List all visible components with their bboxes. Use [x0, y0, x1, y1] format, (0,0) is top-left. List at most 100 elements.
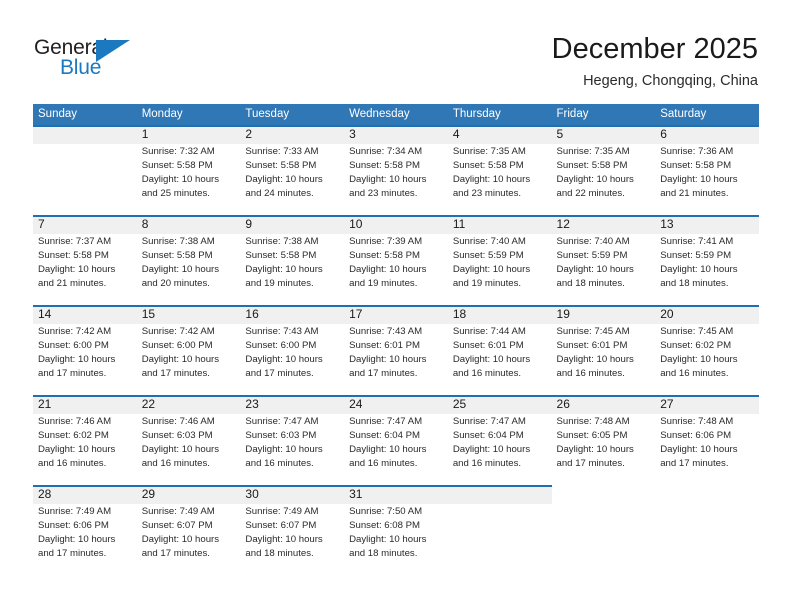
day-sun-details: Sunrise: 7:35 AM Sunset: 5:58 PM Daylight:… [557, 145, 656, 201]
calendar-day-cell[interactable]: 13 Sunrise: 7:41 AM Sunset: 5:59 PM Dayligh… [655, 215, 759, 305]
weekday-header-sunday: Sunday [38, 108, 78, 120]
calendar-day-cell[interactable]: 31 Sunrise: 7:50 AM Sunset: 6:08 PM Dayligh… [344, 485, 448, 575]
page-header: General Blue December 2025 Hegeng, Chong… [0, 0, 792, 100]
daylight-duration-line1: Daylight: 10 hours [38, 264, 116, 275]
calendar-day-cell[interactable]: 29 Sunrise: 7:49 AM Sunset: 6:07 PM Dayligh… [137, 485, 241, 575]
calendar-day-cell[interactable]: 25 Sunrise: 7:47 AM Sunset: 6:04 PM Dayligh… [448, 395, 552, 485]
sunrise-time: Sunrise: 7:38 AM [141, 236, 215, 247]
calendar-day-cell[interactable]: 19 Sunrise: 7:45 AM Sunset: 6:01 PM Dayligh… [552, 305, 656, 395]
calendar-day-cell[interactable]: 1 Sunrise: 7:32 AM Sunset: 5:58 PM Daylight… [137, 125, 241, 215]
sunset-time: Sunset: 5:58 PM [349, 250, 421, 261]
calendar-day-cell[interactable]: 11 Sunrise: 7:40 AM Sunset: 5:59 PM Dayligh… [448, 215, 552, 305]
calendar-day-cell[interactable]: 4 Sunrise: 7:35 AM Sunset: 5:58 PM Daylight… [448, 125, 552, 215]
calendar-day-cell[interactable]: 26 Sunrise: 7:48 AM Sunset: 6:05 PM Dayligh… [552, 395, 656, 485]
daylight-duration-line2: and 18 minutes. [660, 278, 729, 289]
day-number: 1 [141, 127, 149, 141]
day-number: 15 [141, 307, 156, 321]
calendar-day-cell[interactable]: 15 Sunrise: 7:42 AM Sunset: 6:00 PM Dayligh… [137, 305, 241, 395]
day-number: 4 [452, 127, 460, 141]
calendar-day-cell[interactable]: 17 Sunrise: 7:43 AM Sunset: 6:01 PM Dayligh… [344, 305, 448, 395]
daylight-duration-line2: and 16 minutes. [452, 458, 522, 469]
daylight-duration-line1: Daylight: 10 hours [245, 534, 323, 545]
calendar-day-cell[interactable]: 5 Sunrise: 7:35 AM Sunset: 5:58 PM Daylight… [552, 125, 656, 215]
daylight-duration-line2: and 21 minutes. [38, 278, 107, 289]
sunrise-time: Sunrise: 7:37 AM [38, 236, 112, 247]
calendar-week-row: 28 Sunrise: 7:49 AM Sunset: 6:06 PM Dayligh… [33, 485, 759, 575]
sunset-time: Sunset: 6:01 PM [349, 340, 421, 351]
daylight-duration-line1: Daylight: 10 hours [141, 174, 220, 185]
daylight-duration-line1: Daylight: 10 hours [141, 264, 220, 275]
day-number: 22 [141, 397, 156, 411]
sunset-time: Sunset: 6:04 PM [349, 430, 421, 441]
sunrise-time: Sunrise: 7:40 AM [556, 236, 630, 247]
sunrise-time: Sunrise: 7:44 AM [452, 326, 526, 337]
calendar-grid: Sunday Monday Tuesday Wednesday Thursday Frid… [33, 104, 759, 575]
sunrise-time: Sunrise: 7:43 AM [245, 326, 319, 337]
day-number: 12 [556, 217, 570, 231]
sunset-time: Sunset: 5:58 PM [38, 250, 109, 261]
calendar-day-cell[interactable]: 7 Sunrise: 7:37 AM Sunset: 5:58 PM Daylight… [33, 215, 137, 305]
sunrise-time: Sunrise: 7:39 AM [349, 236, 423, 247]
sunrise-time: Sunrise: 7:48 AM [556, 416, 630, 427]
calendar-week-row: 7 Sunrise: 7:37 AM Sunset: 5:58 PM Daylight… [33, 215, 759, 305]
calendar-day-cell[interactable]: 23 Sunrise: 7:47 AM Sunset: 6:03 PM Dayligh… [240, 395, 344, 485]
calendar-day-cell[interactable]: 14 Sunrise: 7:42 AM Sunset: 6:00 PM Dayligh… [33, 305, 137, 395]
weekday-header-saturday: Saturday [660, 108, 707, 120]
daylight-duration-line2: and 17 minutes. [660, 458, 729, 469]
day-number: 3 [349, 127, 356, 141]
calendar-day-cell[interactable]: 9 Sunrise: 7:38 AM Sunset: 5:58 PM Daylight… [240, 215, 344, 305]
generalblue-logo[interactable]: General Blue [34, 36, 164, 88]
daylight-duration-line2: and 19 minutes. [349, 278, 418, 289]
calendar-day-cell-empty [33, 125, 137, 215]
calendar-day-cell[interactable]: 16 Sunrise: 7:43 AM Sunset: 6:00 PM Dayligh… [240, 305, 344, 395]
day-number: 5 [556, 127, 564, 141]
week-cells: 28 Sunrise: 7:49 AM Sunset: 6:06 PM Dayligh… [33, 485, 759, 575]
calendar-day-cell[interactable]: 3 Sunrise: 7:34 AM Sunset: 5:58 PM Daylight… [344, 125, 448, 215]
daylight-duration-line2: and 19 minutes. [245, 278, 314, 289]
calendar-day-cell[interactable]: 24 Sunrise: 7:47 AM Sunset: 6:04 PM Dayligh… [344, 395, 448, 485]
sunset-time: Sunset: 6:02 PM [660, 340, 732, 351]
calendar-day-cell[interactable]: 20 Sunrise: 7:45 AM Sunset: 6:02 PM Dayligh… [655, 305, 759, 395]
sunset-time: Sunset: 5:58 PM [660, 160, 732, 171]
day-sun-details: Sunrise: 7:36 AM Sunset: 5:58 PM Daylight:… [660, 145, 759, 201]
calendar-day-cell[interactable]: 2 Sunrise: 7:33 AM Sunset: 5:58 PM Daylight… [240, 125, 344, 215]
calendar-day-cell[interactable]: 30 Sunrise: 7:49 AM Sunset: 6:07 PM Dayligh… [240, 485, 344, 575]
calendar-day-cell[interactable]: 6 Sunrise: 7:36 AM Sunset: 5:58 PM Daylight… [655, 125, 759, 215]
daylight-duration-line2: and 23 minutes. [452, 188, 522, 199]
sunset-time: Sunset: 6:01 PM [556, 340, 628, 351]
day-number: 28 [38, 487, 52, 501]
sunset-time: Sunset: 6:00 PM [38, 340, 109, 351]
day-sun-details: Sunrise: 7:40 AM Sunset: 5:59 PM Daylight:… [453, 235, 552, 291]
daylight-duration-line2: and 18 minutes. [245, 548, 314, 559]
calendar-body: 1 Sunrise: 7:32 AM Sunset: 5:58 PM Daylight… [33, 125, 759, 575]
day-sun-details: Sunrise: 7:34 AM Sunset: 5:58 PM Daylight:… [349, 145, 448, 201]
calendar-day-cell[interactable]: 28 Sunrise: 7:49 AM Sunset: 6:06 PM Dayligh… [33, 485, 137, 575]
daylight-duration-line1: Daylight: 10 hours [452, 354, 531, 365]
sunset-time: Sunset: 6:05 PM [556, 430, 628, 441]
calendar-day-cell[interactable]: 8 Sunrise: 7:38 AM Sunset: 5:58 PM Daylight… [137, 215, 241, 305]
calendar-day-cell[interactable]: 10 Sunrise: 7:39 AM Sunset: 5:58 PM Dayligh… [344, 215, 448, 305]
calendar-day-cell-empty [448, 485, 552, 575]
day-number: 29 [141, 487, 156, 501]
sunset-time: Sunset: 6:02 PM [38, 430, 109, 441]
daylight-duration-line1: Daylight: 10 hours [38, 534, 116, 545]
day-sun-details: Sunrise: 7:47 AM Sunset: 6:03 PM Daylight:… [245, 415, 344, 471]
sunset-time: Sunset: 6:00 PM [141, 340, 213, 351]
daylight-duration-line2: and 25 minutes. [141, 188, 210, 199]
calendar-day-cell[interactable]: 21 Sunrise: 7:46 AM Sunset: 6:02 PM Dayligh… [33, 395, 137, 485]
daylight-duration-line2: and 23 minutes. [349, 188, 418, 199]
day-sun-details: Sunrise: 7:50 AM Sunset: 6:08 PM Daylight:… [349, 505, 448, 561]
sunrise-time: Sunrise: 7:43 AM [349, 326, 423, 337]
week-cells: 1 Sunrise: 7:32 AM Sunset: 5:58 PM Daylight… [33, 125, 759, 215]
daylight-duration-line2: and 17 minutes. [141, 368, 210, 379]
calendar-day-cell[interactable]: 22 Sunrise: 7:46 AM Sunset: 6:03 PM Dayligh… [137, 395, 241, 485]
day-number: 13 [660, 217, 674, 231]
day-sun-details: Sunrise: 7:42 AM Sunset: 6:00 PM Daylight:… [142, 325, 241, 381]
calendar-day-cell[interactable]: 18 Sunrise: 7:44 AM Sunset: 6:01 PM Dayligh… [448, 305, 552, 395]
calendar-day-cell[interactable]: 12 Sunrise: 7:40 AM Sunset: 5:59 PM Dayligh… [552, 215, 656, 305]
day-number: 17 [349, 307, 363, 321]
day-number: 16 [245, 307, 259, 321]
sunset-time: Sunset: 5:58 PM [245, 250, 317, 261]
page-title: December 2025 [551, 33, 758, 65]
calendar-day-cell[interactable]: 27 Sunrise: 7:48 AM Sunset: 6:06 PM Dayligh… [655, 395, 759, 485]
